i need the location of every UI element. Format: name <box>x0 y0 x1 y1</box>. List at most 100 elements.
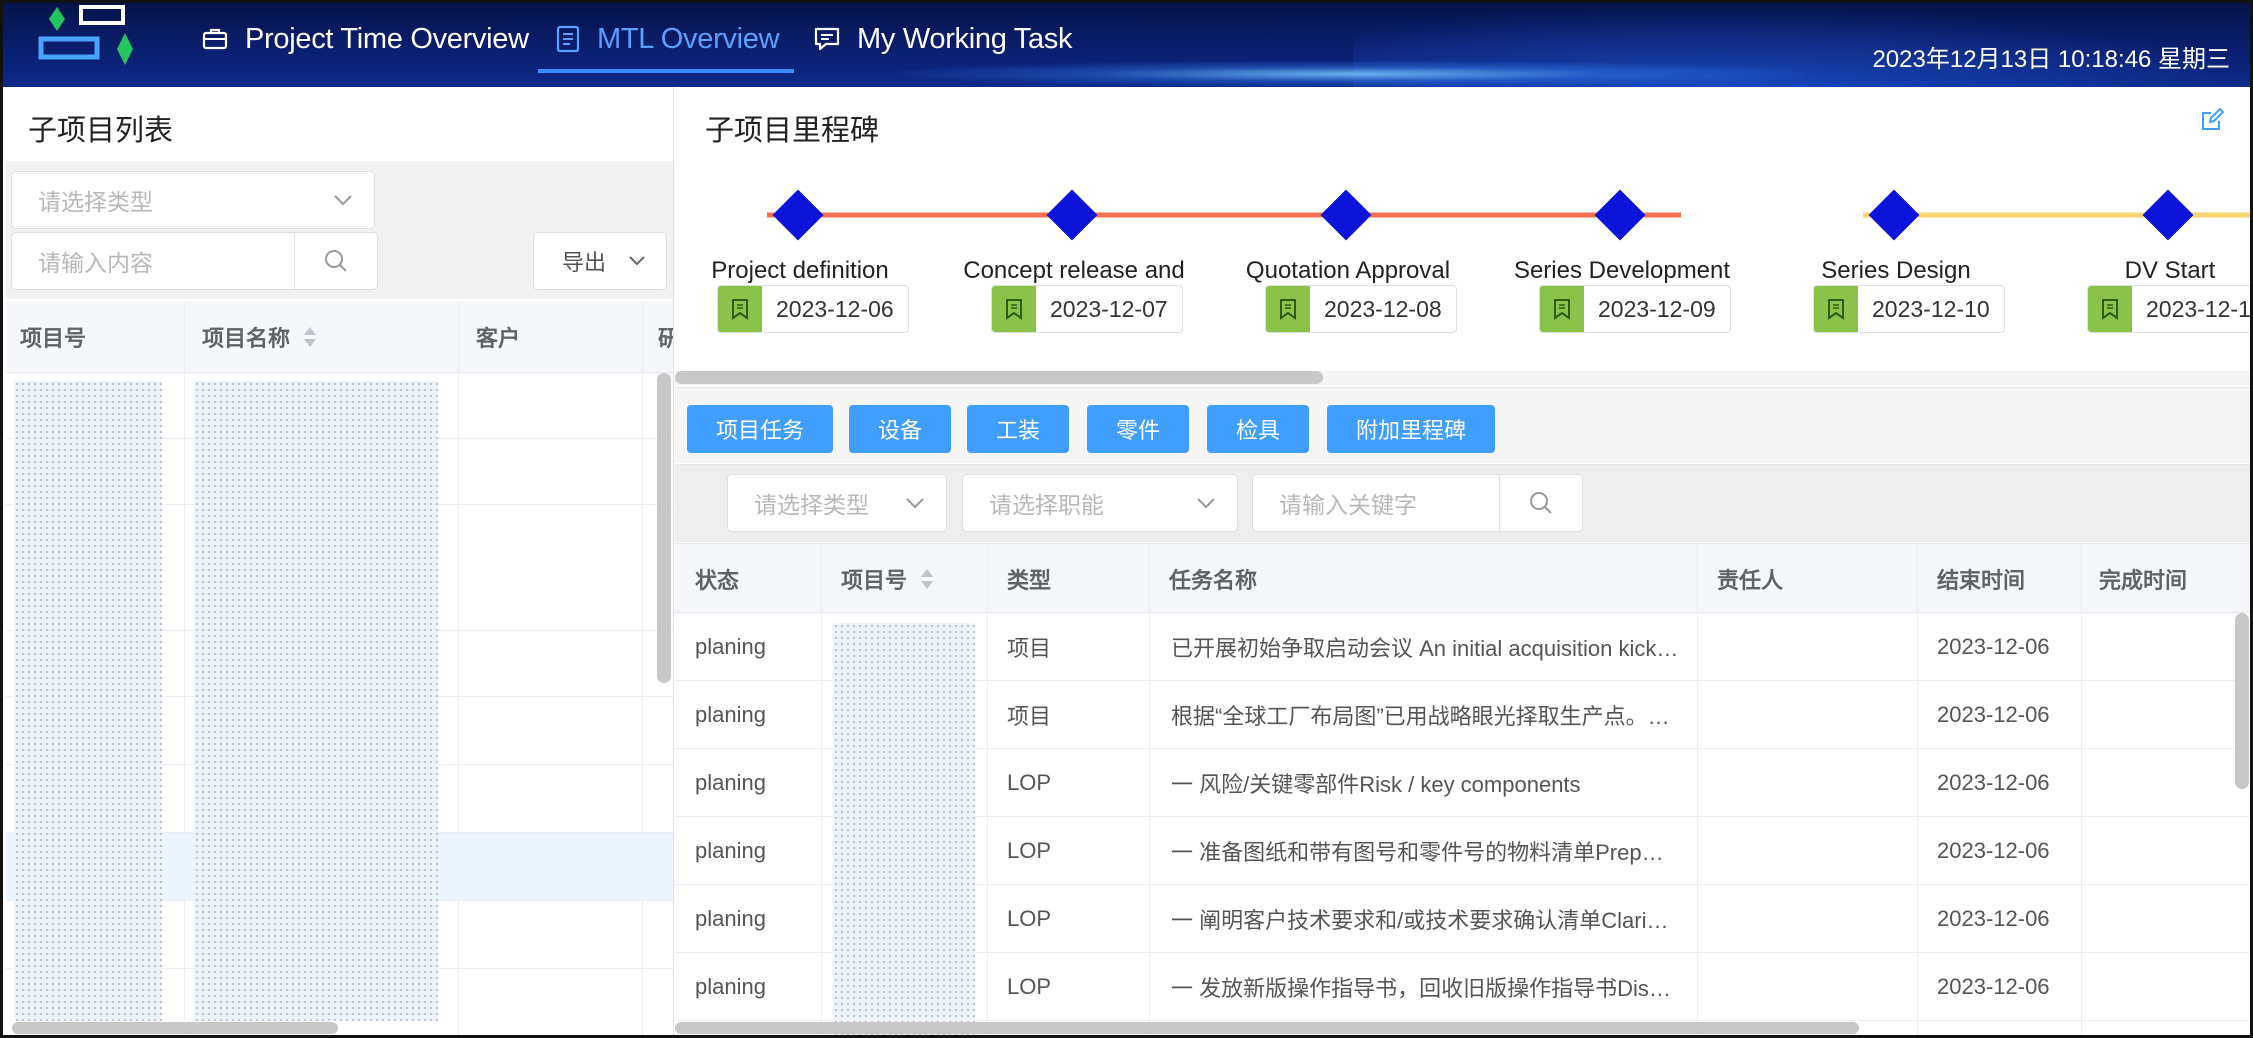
vertical-scrollbar[interactable] <box>657 373 671 683</box>
column-header-project-no[interactable]: 项目号 <box>20 301 86 373</box>
redacted-project-numbers <box>14 381 162 1021</box>
sort-icon <box>304 327 317 347</box>
task-status: planing <box>695 702 766 727</box>
column-label: 项目号 <box>841 568 908 593</box>
column-header-project-name[interactable]: 项目名称 <box>202 301 318 373</box>
milestone-date: 2023-12-09 <box>1539 285 1731 333</box>
nav-tab-mtl-overview[interactable]: MTL Overview <box>555 3 780 75</box>
milestone-date: 2023-12-06 <box>717 285 909 333</box>
milestone-diamond-icon <box>772 189 824 241</box>
bookmark-icon <box>992 286 1036 332</box>
chevron-down-icon <box>906 498 924 509</box>
task-status: planing <box>695 838 766 863</box>
timeline-scrollbar[interactable] <box>675 371 1323 384</box>
column-header-status[interactable]: 状态 <box>695 544 739 614</box>
task-end-date: 2023-12-06 <box>1937 702 2050 727</box>
tab-project-task[interactable]: 项目任务 <box>687 405 833 453</box>
task-name: 一 发放新版操作指导书，回收旧版操作指导书Dis… <box>1171 976 1671 1001</box>
milestone-timeline: Project definition 2023-12-06 Concept re… <box>675 157 2250 357</box>
milestone-label: Quotation Approval <box>1245 257 1451 284</box>
tab-tooling[interactable]: 工装 <box>967 405 1069 453</box>
redacted-project-numbers <box>833 623 975 1035</box>
chevron-down-icon <box>334 195 352 206</box>
nav-label: MTL Overview <box>597 22 780 55</box>
task-name: 已开展初始争取启动会议 An initial acquisition kick… <box>1171 636 1679 661</box>
horizontal-scrollbar[interactable] <box>675 1022 1859 1034</box>
column-header-more[interactable]: 研 <box>658 301 673 373</box>
task-status: planing <box>695 770 766 795</box>
milestone-date: 2023-12-08 <box>1265 285 1457 333</box>
milestone-diamond-icon <box>1320 189 1372 241</box>
tab-gauges[interactable]: 检具 <box>1207 405 1309 453</box>
logo <box>33 3 143 73</box>
tab-equipment[interactable]: 设备 <box>849 405 951 453</box>
column-header-end-time[interactable]: 结束时间 <box>1937 544 2025 614</box>
edit-icon <box>2202 107 2225 130</box>
export-label: 导出 <box>562 250 607 275</box>
panel-title: 子项目里程碑 <box>705 115 880 147</box>
active-tab-indicator <box>538 69 794 73</box>
task-filter-bar: 请选择类型 请选择职能 请输入关键字 <box>675 464 2250 542</box>
vertical-scrollbar[interactable] <box>2235 613 2249 789</box>
app-window: Project Time Overview MTL Overview My Wo… <box>0 0 2253 1038</box>
bookmark-icon <box>1814 286 1858 332</box>
task-type: LOP <box>1007 838 1052 863</box>
task-type: LOP <box>1007 906 1052 931</box>
edit-button[interactable] <box>2199 107 2225 138</box>
nav-tab-my-working-task[interactable]: My Working Task <box>813 3 1073 75</box>
column-header-type[interactable]: 类型 <box>1007 544 1051 614</box>
task-name: 根据“全球工厂布局图”已用战略眼光择取生产点。… <box>1171 704 1670 729</box>
column-label: 项目名称 <box>202 326 291 351</box>
bookmark-icon <box>1266 286 1310 332</box>
nav-tab-project-time-overview[interactable]: Project Time Overview <box>201 3 529 75</box>
sort-icon <box>921 569 934 589</box>
export-button[interactable]: 导出 <box>533 232 667 290</box>
column-header-customer[interactable]: 客户 <box>476 301 520 373</box>
search-icon <box>325 250 347 272</box>
select-placeholder: 请选择类型 <box>754 492 869 518</box>
horizontal-scrollbar[interactable] <box>12 1022 338 1034</box>
type-select[interactable]: 请选择类型 <box>11 171 375 229</box>
milestone-item[interactable]: Quotation Approval 2023-12-08 <box>1223 157 1473 357</box>
task-end-date: 2023-12-06 <box>1937 838 2050 863</box>
task-type-select[interactable]: 请选择类型 <box>727 474 947 532</box>
task-end-date: 2023-12-06 <box>1937 906 2050 931</box>
milestone-item[interactable]: DV Start 2023-12-1 <box>2045 157 2250 357</box>
function-select[interactable]: 请选择职能 <box>962 474 1238 532</box>
task-status: planing <box>695 634 766 659</box>
select-placeholder: 请选择职能 <box>989 492 1104 518</box>
message-icon <box>814 27 840 51</box>
column-header-done-time[interactable]: 完成时间 <box>2099 544 2187 614</box>
column-header-project-no[interactable]: 项目号 <box>841 544 935 614</box>
datetime-display: 2023年12月13日 10:18:46 星期三 <box>1872 46 2230 73</box>
task-status: planing <box>695 906 766 931</box>
briefcase-icon <box>202 28 228 50</box>
task-type: LOP <box>1007 770 1052 795</box>
keyword-search-button[interactable] <box>1499 474 1583 532</box>
tab-parts[interactable]: 零件 <box>1087 405 1189 453</box>
task-name: 一 阐明客户技术要求和/或技术要求确认清单Clari… <box>1171 908 1669 933</box>
milestone-date: 2023-12-1 <box>2087 285 2250 333</box>
milestone-item[interactable]: Series Design 2023-12-10 <box>1771 157 2021 357</box>
redacted-project-names <box>194 381 438 1021</box>
milestone-item[interactable]: Series Development 2023-12-09 <box>1497 157 1747 357</box>
milestone-diamond-icon <box>1868 189 1920 241</box>
milestone-label: Project definition <box>711 257 889 284</box>
column-header-task-name[interactable]: 任务名称 <box>1169 544 1257 614</box>
task-type: 项目 <box>1007 704 1052 729</box>
tab-extra-milestones[interactable]: 附加里程碑 <box>1327 405 1495 453</box>
milestone-item[interactable]: Project definition 2023-12-06 <box>675 157 925 357</box>
column-header-owner[interactable]: 责任人 <box>1717 544 1783 614</box>
task-table-header: 状态 项目号 类型 任务名称 责任人 结束时间 完成时间 <box>675 543 2250 614</box>
input-placeholder: 请输入内容 <box>38 250 153 276</box>
milestone-item[interactable]: Concept release and 2023-12-07 <box>949 157 1199 357</box>
task-tabs-bar: 项目任务 设备 工装 零件 检具 附加里程碑 <box>675 387 2250 463</box>
bookmark-icon <box>718 286 762 332</box>
nav-label: My Working Task <box>857 22 1073 55</box>
milestone-diamond-icon <box>2142 189 2194 241</box>
search-input[interactable]: 请输入内容 <box>11 232 295 290</box>
search-button[interactable] <box>294 232 378 290</box>
milestone-diamond-icon <box>1594 189 1646 241</box>
milestone-label: Series Development <box>1513 257 1731 284</box>
keyword-input[interactable]: 请输入关键字 <box>1252 474 1500 532</box>
